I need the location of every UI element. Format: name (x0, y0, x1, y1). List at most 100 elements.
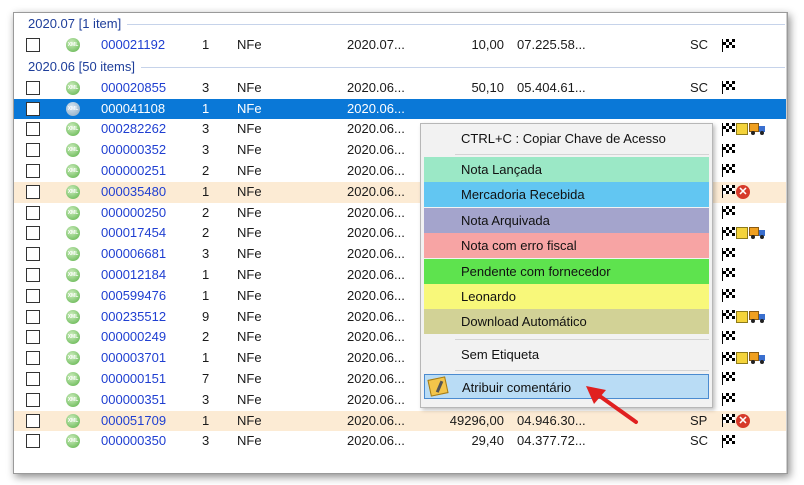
document-type: NFe (237, 287, 262, 303)
invoice-number-link[interactable]: 000003701 (101, 348, 166, 369)
row-checkbox[interactable] (26, 38, 40, 52)
issue-date: 2020.06... (347, 246, 405, 262)
menu-item-label-tag[interactable]: Download Automático (424, 309, 709, 335)
invoice-number-link[interactable]: 000021192 (101, 35, 165, 56)
invoice-number-link[interactable]: 000000350 (101, 431, 166, 452)
note-icon (427, 376, 449, 397)
invoice-number-link[interactable]: 000000351 (101, 390, 166, 411)
row-checkbox[interactable] (26, 413, 40, 428)
item-count: 2 (202, 204, 210, 220)
invoice-number-link[interactable]: 000000250 (101, 203, 166, 224)
row-checkbox[interactable] (26, 434, 40, 449)
menu-item-label-tag[interactable]: Mercadoria Recebida (424, 182, 709, 208)
row-checkbox[interactable] (26, 309, 40, 324)
item-count: 2 (202, 225, 210, 241)
invoice-number-link[interactable]: 000235512 (101, 307, 166, 328)
issue-date: 2020.06... (347, 225, 405, 241)
invoice-number-link[interactable]: 000599476 (101, 286, 166, 307)
row-checkbox[interactable] (26, 226, 40, 241)
row-checkbox[interactable] (26, 371, 40, 386)
row-checkbox[interactable] (26, 288, 40, 303)
issue-date: 2020.06... (347, 391, 405, 407)
issue-date: 2020.06... (347, 329, 405, 345)
document-type: NFe (237, 79, 262, 95)
checkered-flag-icon (722, 185, 735, 199)
invoice-number-link[interactable]: 000012184 (101, 265, 166, 286)
group-header[interactable]: 2020.06 [50 items] (14, 56, 787, 78)
document-type: NFe (237, 329, 262, 345)
invoice-number-link[interactable]: 000020855 (101, 78, 166, 99)
row-checkbox[interactable] (26, 267, 40, 282)
xml-icon: XML (66, 226, 80, 241)
group-header[interactable]: 2020.07 [1 item] (14, 13, 787, 35)
document-type: NFe (237, 433, 262, 449)
xml-icon: XML (66, 309, 80, 324)
row-checkbox[interactable] (26, 247, 40, 262)
row-checkbox[interactable] (26, 184, 40, 199)
delivery-truck-icon (749, 310, 766, 323)
invoice-number-link[interactable]: 000006681 (101, 244, 166, 265)
issue-date: 2020.06... (347, 204, 405, 220)
row-checkbox[interactable] (26, 143, 40, 158)
checkered-flag-icon (722, 372, 735, 386)
invoice-number-link[interactable]: 000000352 (101, 140, 166, 161)
menu-item-assign-comment[interactable]: Atribuir comentário (424, 374, 709, 399)
table-row[interactable]: XML 000041108 1 NFe 2020.06... (14, 98, 787, 120)
invoice-number-link[interactable]: 000017454 (101, 223, 166, 244)
row-checkbox[interactable] (26, 330, 40, 345)
status-icons (722, 348, 766, 368)
xml-icon: XML (66, 392, 80, 407)
checkered-flag-icon (722, 289, 735, 303)
checkered-flag-icon (722, 393, 735, 407)
menu-item-label-tag[interactable]: Leonardo (424, 284, 709, 309)
menu-item-copy-key[interactable]: CTRL+C : Copiar Chave de Acesso (424, 126, 709, 151)
issue-date: 2020.06... (347, 308, 405, 324)
issue-date: 2020.06... (347, 183, 405, 199)
invoice-number-link[interactable]: 000000151 (101, 369, 166, 390)
item-count: 3 (202, 391, 210, 407)
xml-icon: XML (66, 205, 80, 220)
invoice-number-link[interactable]: 000000249 (101, 327, 166, 348)
invoice-number-link[interactable]: 000282262 (101, 119, 166, 140)
menu-item-label-tag[interactable]: Pendente com fornecedor (424, 258, 709, 284)
checkered-flag-icon (722, 143, 735, 157)
menu-item-label-tag[interactable]: Nota com erro fiscal (424, 233, 709, 259)
status-icons (722, 223, 766, 243)
menu-item-label-tag[interactable]: Nota Arquivada (424, 207, 709, 233)
xml-icon: XML (66, 143, 80, 158)
table-row[interactable]: XML 000021192 1 NFe 2020.07... 10,00 07.225.58… (14, 35, 787, 56)
status-icons (722, 327, 735, 347)
table-row[interactable]: XML 000020855 3 NFe 2020.06... 50,10 05.404.61… (14, 78, 787, 99)
row-checkbox[interactable] (26, 122, 40, 137)
status-icons (722, 265, 735, 285)
invoice-number-link[interactable]: 000000251 (101, 161, 166, 182)
status-icons (722, 161, 735, 181)
table-row[interactable]: XML 000000350 3 NFe 2020.06... 29,40 04.377.72… (14, 431, 787, 452)
row-checkbox[interactable] (26, 205, 40, 220)
row-checkbox[interactable] (26, 392, 40, 407)
state-code: SC (690, 433, 709, 449)
row-checkbox[interactable] (26, 101, 40, 116)
status-icons (722, 119, 766, 139)
menu-separator (455, 370, 709, 371)
menu-item-label-tag[interactable]: Nota Lançada (424, 157, 709, 182)
item-count: 7 (202, 370, 210, 386)
issue-date: 2020.06... (347, 287, 405, 303)
xml-icon: XML (66, 163, 80, 178)
table-row[interactable]: XML 000051709 1 NFe 2020.06... 49296,00 04.946… (14, 410, 787, 432)
row-checkbox[interactable] (26, 80, 40, 95)
invoice-number-link[interactable]: 000051709 (101, 411, 166, 432)
issuer-cnpj: 07.225.58... (517, 37, 586, 52)
group-header-rule (141, 66, 785, 68)
group-header-label: 2020.07 [1 item] (28, 16, 122, 31)
xml-icon: XML (66, 122, 80, 137)
xml-icon: XML (66, 288, 80, 303)
invoice-number-link[interactable]: 000035480 (101, 182, 166, 203)
item-count: 1 (202, 100, 210, 116)
row-checkbox[interactable] (26, 163, 40, 178)
row-checkbox[interactable] (26, 351, 40, 366)
invoice-number-link[interactable]: 000041108 (101, 99, 165, 120)
issue-date: 2020.06... (347, 100, 405, 116)
menu-separator (455, 154, 709, 155)
menu-item-no-label[interactable]: Sem Etiqueta (424, 342, 709, 367)
